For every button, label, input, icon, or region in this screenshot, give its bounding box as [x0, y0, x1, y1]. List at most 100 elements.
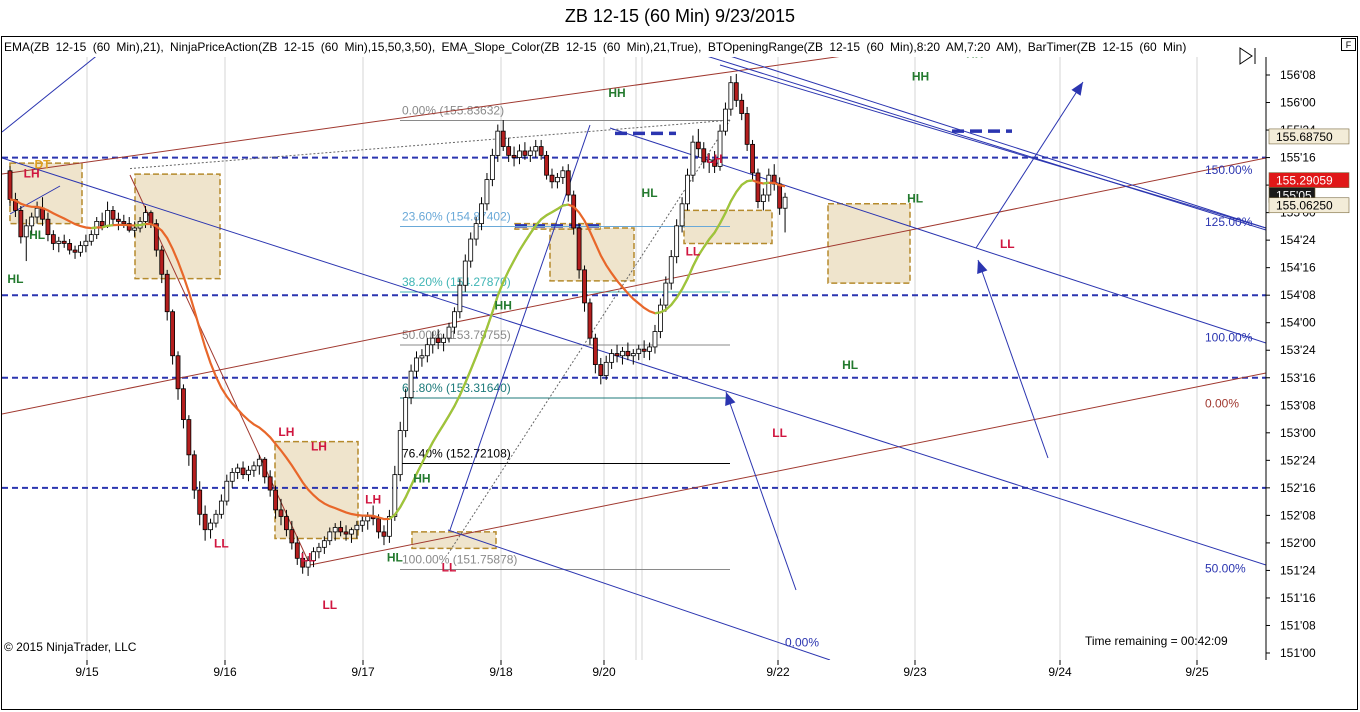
candle-body — [116, 218, 121, 222]
candle-body — [614, 353, 620, 357]
candle-body — [45, 218, 51, 236]
candle-body — [658, 304, 663, 332]
channel-line — [731, 57, 1266, 229]
swing-label: LL — [1000, 237, 1015, 251]
candle-body — [175, 355, 181, 390]
candle-body — [408, 370, 414, 398]
ema-slope-segment — [551, 208, 558, 214]
price-chart[interactable]: 0.00% (155.83632)23.60% (154.87402)38.20… — [0, 0, 1360, 712]
candle-body — [251, 465, 257, 471]
candle-body — [663, 282, 669, 306]
candle-body — [224, 480, 230, 502]
candle-body — [636, 348, 642, 354]
opening-range-box — [411, 531, 497, 550]
arrow-line — [975, 81, 1084, 249]
x-tick-label: 9/25 — [1185, 665, 1209, 679]
ema-slope-segment — [431, 432, 440, 443]
y-tick-label: 154'16 — [1280, 261, 1316, 275]
candle-body — [565, 170, 571, 196]
fibonacci-level-label: 100.00% (151.75878) — [402, 552, 517, 566]
price-badge-text: 155.29059 — [1276, 174, 1333, 188]
candle-body — [522, 150, 528, 156]
x-tick-label: 9/24 — [1048, 665, 1072, 679]
candle-body — [159, 249, 165, 275]
candle-body — [403, 397, 409, 432]
candle-body — [294, 542, 300, 559]
candle-body — [479, 203, 484, 225]
candle-body — [744, 113, 750, 145]
candle-body — [273, 489, 278, 511]
candle-body — [674, 225, 680, 258]
y-tick-label: 151'00 — [1280, 646, 1316, 660]
price-badge-text: 155.06250 — [1276, 199, 1333, 213]
candle-body — [538, 146, 544, 156]
ema-slope-segment — [735, 184, 743, 193]
candle-body — [321, 540, 327, 548]
candle-body — [29, 216, 35, 227]
candle-body — [598, 364, 604, 376]
candle-body — [587, 302, 593, 339]
candle-body — [99, 221, 105, 227]
y-tick-label: 151'24 — [1280, 563, 1316, 577]
y-tick-label: 153'24 — [1280, 343, 1316, 357]
candle-body — [170, 311, 176, 357]
candle-body — [701, 148, 707, 163]
candle-body — [110, 210, 116, 220]
candle-body — [500, 130, 506, 147]
y-tick-label: 156'08 — [1280, 68, 1316, 82]
candle-body — [34, 207, 40, 218]
candle-body — [419, 355, 425, 359]
y-tick-label: 152'24 — [1280, 453, 1316, 467]
candle-body — [67, 243, 73, 251]
ema-slope-segment — [91, 226, 97, 230]
y-tick-label: 156'00 — [1280, 96, 1316, 110]
candle-body — [381, 531, 387, 537]
swing-label: LH — [24, 166, 40, 180]
candle-body — [630, 353, 636, 357]
candle-body — [213, 513, 219, 524]
candle-body — [723, 108, 728, 132]
ema-slope-segment — [518, 241, 526, 252]
candle-body — [549, 174, 555, 183]
candle-body — [332, 527, 338, 533]
swing-label: HL — [7, 272, 23, 286]
y-tick-label: 151'16 — [1280, 591, 1316, 605]
fibonacci-level-label: 61.80% (153.31640) — [402, 381, 511, 395]
candle-body — [495, 130, 501, 156]
channel-percent-label: 100.00% — [1205, 330, 1253, 344]
candle-body — [511, 154, 517, 158]
candle-body — [750, 143, 755, 174]
candle-body — [343, 531, 349, 535]
candle-body — [555, 176, 560, 183]
candle-body — [229, 472, 235, 482]
swing-label: LL — [214, 536, 229, 550]
trendline — [309, 372, 1266, 566]
candle-body — [50, 234, 56, 244]
swing-label: HL — [842, 358, 858, 372]
candle-body — [457, 284, 463, 313]
candle-body — [484, 179, 490, 205]
x-tick-label: 9/15 — [75, 665, 99, 679]
y-tick-label: 154'08 — [1280, 288, 1316, 302]
ema-slope-segment — [101, 224, 108, 229]
f-button[interactable]: F — [1341, 38, 1356, 51]
swing-label: HH — [413, 471, 430, 485]
y-tick-label: 154'00 — [1280, 316, 1316, 330]
candle-body — [517, 150, 522, 158]
candle-body — [446, 326, 452, 339]
candle-body — [462, 260, 468, 286]
ema-slope-segment — [729, 191, 738, 202]
ema-slope-segment — [546, 211, 553, 217]
channel-percent-label: 50.00% — [1205, 562, 1246, 576]
candle-body — [262, 458, 268, 478]
candle-body — [240, 467, 246, 476]
candle-body — [441, 337, 447, 343]
candle-body — [181, 388, 186, 420]
candle-body — [376, 518, 381, 533]
ema-slope-segment — [513, 249, 521, 261]
ema-slope-segment — [654, 311, 661, 315]
candle-body — [132, 227, 138, 231]
ema-slope-segment — [746, 179, 753, 183]
candle-body — [143, 212, 148, 222]
ema-slope-segment — [763, 181, 769, 185]
